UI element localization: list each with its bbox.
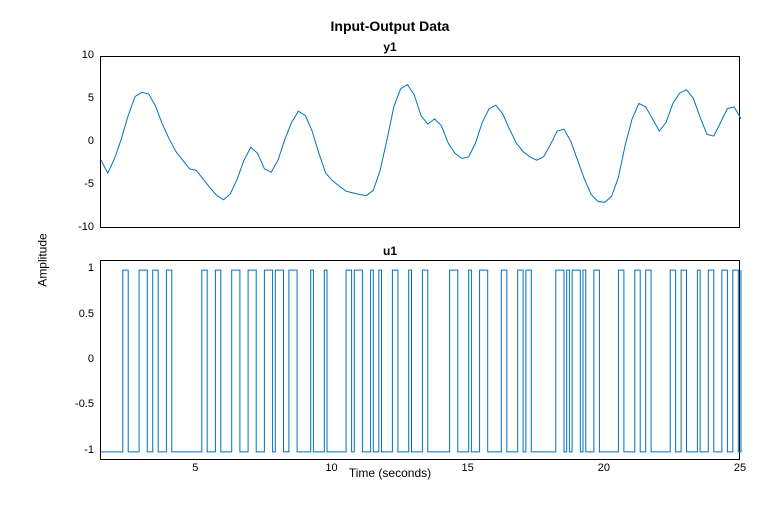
x-tick-label: 10 [325, 462, 337, 474]
figure: Input-Output Data y1 u1 Amplitude Time (… [0, 0, 780, 520]
axes-output-y1 [100, 56, 740, 228]
y-axis-label: Amplitude [36, 233, 50, 286]
x-tick-label: 15 [462, 462, 474, 474]
y-tick-label: 5 [60, 92, 94, 104]
x-tick-label: 20 [598, 462, 610, 474]
x-tick-label: 5 [192, 462, 198, 474]
y-tick-label: 0 [60, 135, 94, 147]
x-tick-label: 25 [734, 462, 746, 474]
y-tick-label: -5 [60, 178, 94, 190]
line-plot-u1 [101, 261, 741, 461]
y-tick-label: 0 [60, 353, 94, 365]
x-axis-label: Time (seconds) [0, 466, 780, 480]
axes-input-u1 [100, 260, 740, 460]
y-tick-label: 0.5 [60, 308, 94, 320]
line-plot-y1 [101, 57, 741, 229]
chart-title: Input-Output Data [0, 18, 780, 34]
subplot2-title: u1 [0, 244, 780, 258]
subplot1-title: y1 [0, 40, 780, 54]
y-tick-label: 1 [60, 262, 94, 274]
y-tick-label: -1 [60, 444, 94, 456]
y-tick-label: -10 [60, 221, 94, 233]
y-tick-label: -0.5 [60, 398, 94, 410]
y-tick-label: 10 [60, 49, 94, 61]
